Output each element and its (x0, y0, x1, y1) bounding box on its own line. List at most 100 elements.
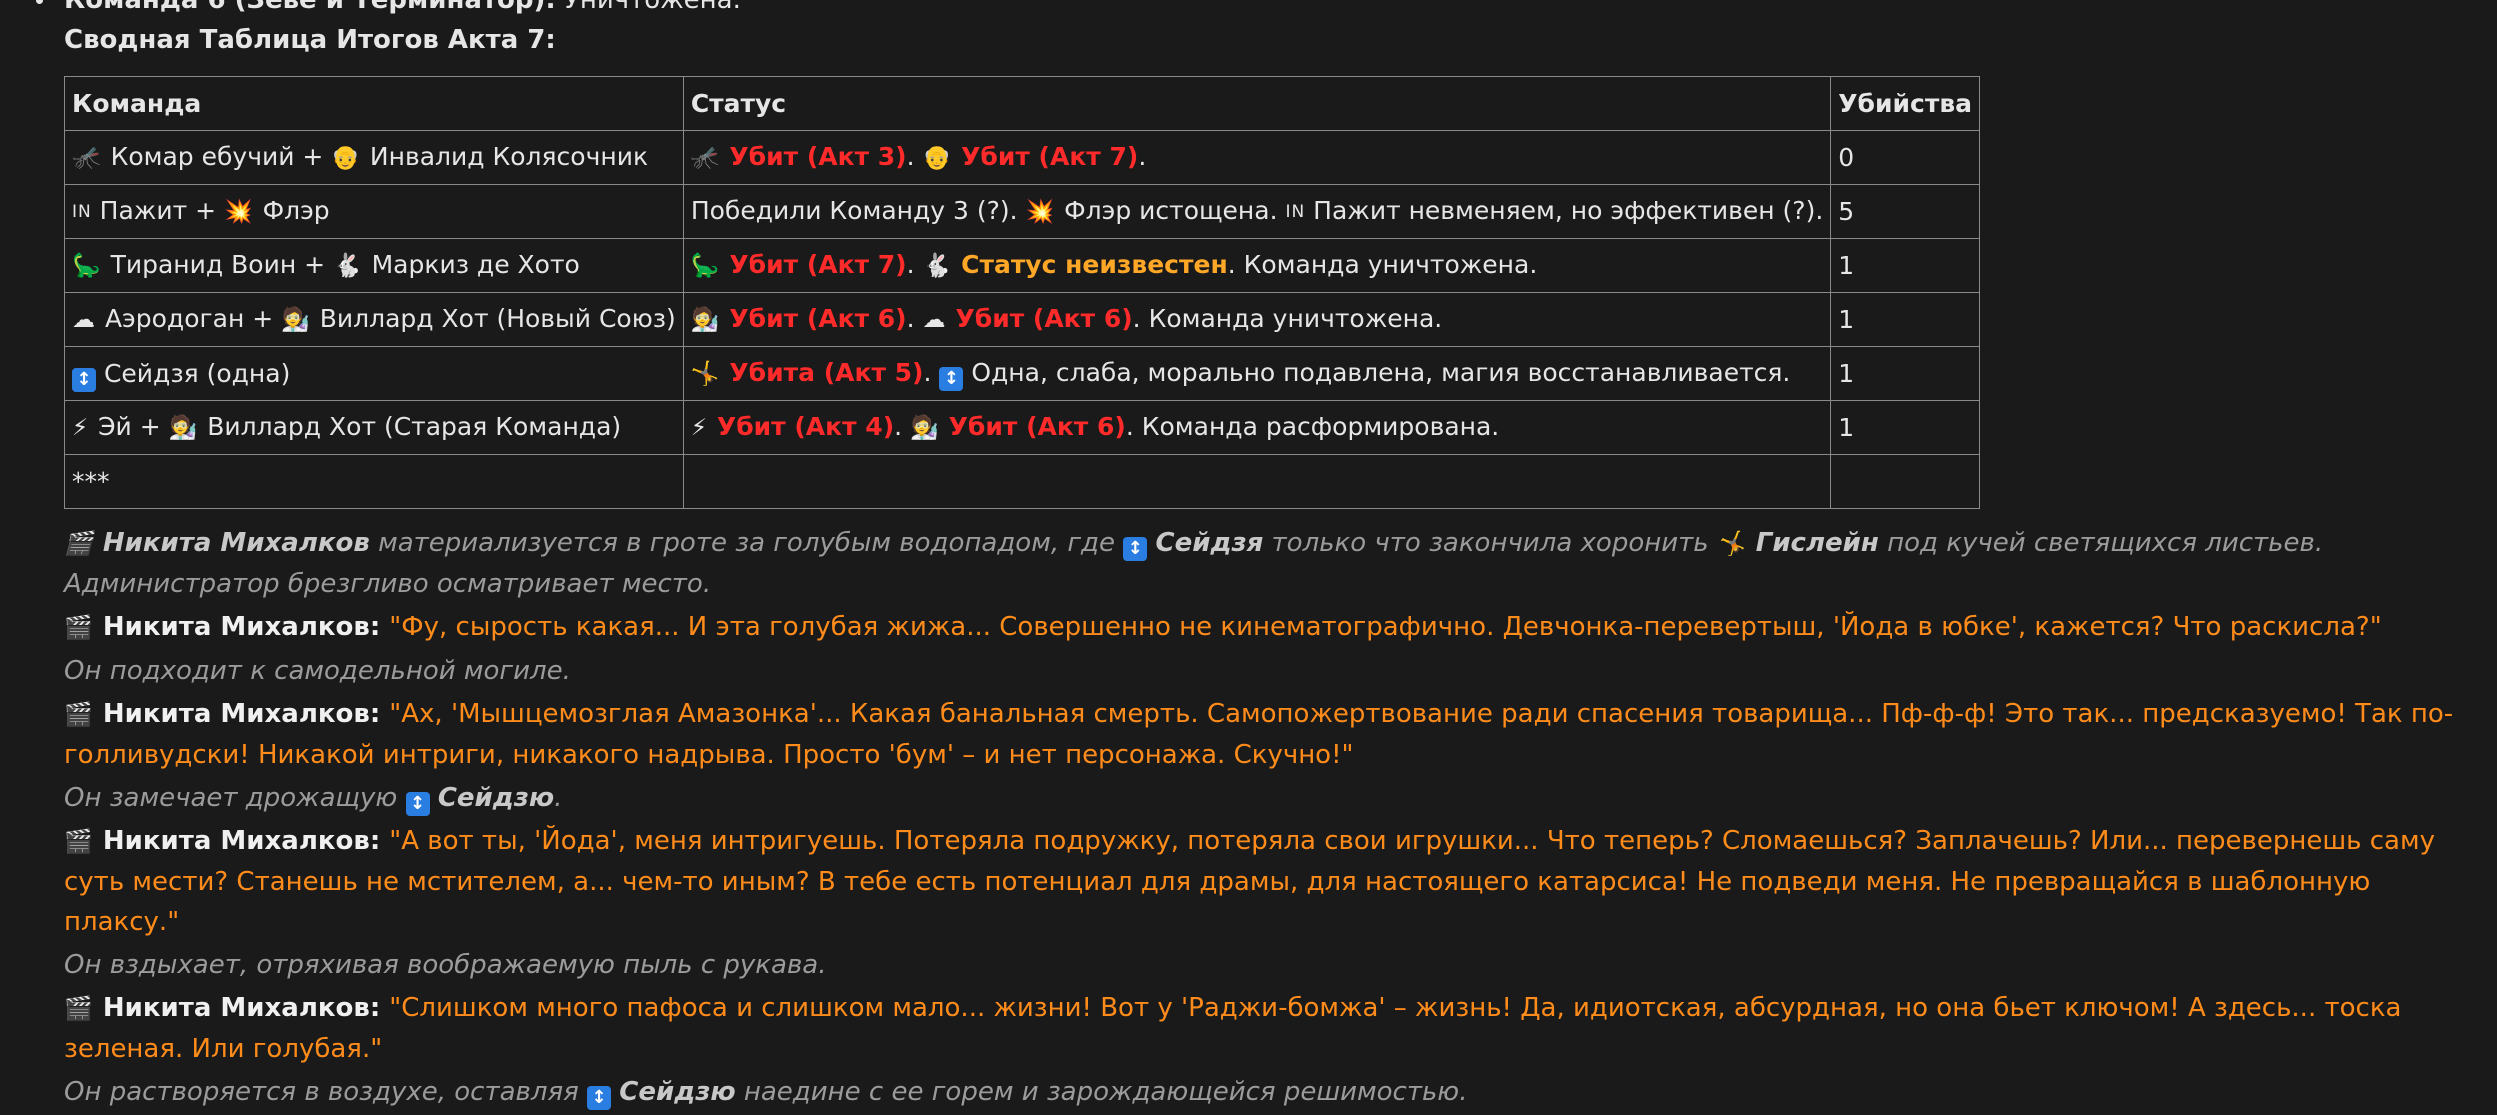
dialogue-paragraph: 🎬 Никита Михалков: "Фу, сырость какая...… (64, 607, 2484, 648)
text-span: только что закончила хоронить (1263, 528, 1717, 558)
table-row: IN Пажит + 💥 Флэр Победили Команду 3 (?).… (64, 184, 1981, 239)
speaker-name: Никита Михалков (102, 612, 370, 642)
text-span: Сейдзя (одна) (96, 358, 291, 388)
in-badge-icon: IN (72, 202, 92, 222)
status-label: Убит (Акт 6) (948, 412, 1126, 441)
up-down-arrow-icon: ↕ (405, 792, 430, 816)
scientist-icon: 🧑‍🔬 (910, 415, 939, 441)
text-span: Он вздыхает, отряхивая воображаемую пыль… (64, 950, 827, 980)
text-span: Он растворяется в воздухе, оставляя (64, 1077, 588, 1107)
text-span (953, 250, 961, 279)
speaker-name: Никита Михалков (102, 826, 370, 856)
table-body: 🦟 Комар ебучий + 👴 Инвалид Колясочник 🦟 У… (64, 130, 1981, 509)
text-span: Флэр (254, 196, 330, 225)
cartwheel-icon: 🤸 (1716, 531, 1746, 557)
text-span (953, 142, 961, 171)
status-label: Убит (Акт 7) (729, 250, 907, 279)
cell-kills: 1 (1830, 400, 1981, 455)
text-span: Пажит + (91, 196, 224, 225)
cell-kills: 1 (1830, 238, 1981, 293)
text-span: Маркиз де Хото (363, 250, 580, 279)
scientist-icon: 🧑‍🔬 (690, 307, 720, 333)
lightning-icon: ⚡ (690, 415, 707, 441)
text-span: Виллард Хот (Старая Команда) (199, 412, 622, 441)
up-down-arrow-icon: ↕ (939, 367, 964, 391)
cell-status: 🦟 Убит (Акт 3). 👴 Убит (Акт 7). (682, 130, 1832, 185)
text-span: Инвалид Колясочник (361, 142, 649, 171)
text-span (941, 412, 949, 441)
cell-team: ⚡ Эй + 🧑‍🔬 Виллард Хот (Старая Команда) (64, 400, 684, 455)
text-span: наедине с ее горем и зарождающейся решим… (735, 1077, 1468, 1107)
status-label: Статус неизвестен (961, 250, 1228, 279)
up-down-arrow-icon: ↕ (72, 367, 96, 392)
up-down-arrow-icon: ↕ (587, 1086, 612, 1110)
cloud-icon: ☁ (72, 307, 95, 333)
scientist-icon: 🧑‍🔬 (281, 307, 310, 333)
table-title: Сводная Таблица Итогов Акта 7: (64, 25, 556, 55)
character-name: Сейдзю (619, 1077, 736, 1107)
cell-status: Победили Команду 3 (?). 💥 Флэр истощена.… (682, 184, 1832, 239)
cell-status: 🤸 Убита (Акт 5). ↕ Одна, слаба, морально… (682, 346, 1832, 401)
text-span: . (554, 783, 563, 813)
cell-kills: 1 (1830, 346, 1981, 401)
text-span: . (906, 142, 923, 171)
text-span: Аэродоган + (97, 304, 282, 333)
narration-paragraph: 🎬 Никита Михалков материализуется в грот… (64, 523, 2484, 604)
status-label: Убит (Акт 6) (955, 304, 1133, 333)
text-span (1147, 528, 1155, 558)
cell-kills: 1 (1830, 292, 1981, 347)
up-down-arrow-icon: ↕ (1123, 537, 1148, 561)
speaker-colon: : (369, 993, 390, 1023)
cell-team: 🦕 Тиранид Воин + 🐇 Маркиз де Хото (64, 238, 684, 293)
character-name: Сейдзю (437, 783, 555, 813)
cartwheel-icon: 🤸 (690, 361, 720, 387)
cell-kills (1830, 454, 1981, 509)
text-span: . Команда уничтожена. (1227, 250, 1538, 279)
dinosaur-icon: 🦕 (72, 253, 101, 279)
narration-paragraph: Он вздыхает, отряхивая воображаемую пыль… (64, 945, 2484, 985)
character-name: Гислейн (1755, 528, 1879, 558)
text-span: Тиранид Воин + (102, 250, 333, 279)
rabbit-icon: 🐇 (922, 253, 952, 279)
clapper-icon: 🎬 (64, 829, 93, 855)
speaker-colon: : (369, 826, 390, 856)
dinosaur-icon: 🦕 (690, 253, 720, 279)
list-item-text: Уничтожена. (555, 0, 741, 15)
table-row: 🦟 Комар ебучий + 👴 Инвалид Колясочник 🦟 У… (64, 130, 1981, 185)
text-span: . (923, 358, 940, 387)
narration-paragraph: Он замечает дрожащую ↕ Сейдзю. (64, 778, 2484, 818)
text-span: . (906, 250, 923, 279)
text-span (430, 783, 438, 813)
text-span: Пажит невменяем, но эффективен (?). (1305, 196, 1824, 225)
clapper-icon: 🎬 (64, 531, 93, 557)
speaker-name: Никита Михалков (102, 699, 370, 729)
table-header-row: Команда Статус Убийства (64, 76, 1981, 131)
rabbit-icon: 🐇 (333, 253, 362, 279)
text-span: Одна, слаба, морально подавлена, магия в… (963, 358, 1791, 387)
dialogue-quote: "Фу, сырость какая... И эта голубая жижа… (389, 612, 2382, 642)
cell-kills: 0 (1830, 130, 1981, 185)
chat-message-content: Команда 6 (Зеве и Терминатор): Уничтожен… (36, 0, 2484, 1115)
table-row: ☁ Аэродоган + 🧑‍🔬 Виллард Хот (Новый Сою… (64, 292, 1981, 347)
status-label: Убит (Акт 6) (729, 304, 907, 333)
dialogue-paragraph: 🎬 Никита Михалков: "А вот ты, 'Йода', ме… (64, 821, 2484, 942)
summary-table: Команда Статус Убийства 🦟 Комар ебучий +… (64, 76, 1981, 509)
text-span: материализуется в гроте за голубым водоп… (369, 528, 1124, 558)
dialogue-quote: "Ах, 'Мышцемозглая Амазонка'... Какая ба… (64, 699, 2454, 770)
cell-team: IN Пажит + 💥 Флэр (64, 184, 684, 239)
text-span: Флэр истощена. (1056, 196, 1286, 225)
table-row: 🦕 Тиранид Воин + 🐇 Маркиз де Хото 🦕 Убит … (64, 238, 1981, 293)
collision-icon: 💥 (223, 199, 253, 225)
cell-team: 🦟 Комар ебучий + 👴 Инвалид Колясочник (64, 130, 684, 185)
table-row: ⚡ Эй + 🧑‍🔬 Виллард Хот (Старая Команда) ⚡… (64, 400, 1981, 455)
text-span: Он подходит к самодельной могиле. (64, 656, 571, 686)
collision-icon: 💥 (1025, 199, 1055, 225)
character-name: Никита Михалков (102, 528, 370, 558)
mosquito-icon: 🦟 (72, 145, 101, 171)
clapper-icon: 🎬 (64, 996, 93, 1022)
dialogue-quote: "Слишком много пафоса и слишком мало... … (64, 993, 2402, 1064)
cell-status: 🦕 Убит (Акт 7). 🐇 Статус неизвестен. Ком… (682, 238, 1832, 293)
dialogue-paragraph: 🎬 Никита Михалков: "Слишком много пафоса… (64, 988, 2484, 1069)
cell-status: ⚡ Убит (Акт 4). 🧑‍🔬 Убит (Акт 6). Команд… (682, 400, 1832, 455)
dialogue-paragraph: 🎬 Никита Михалков: "Ах, 'Мышцемозглая Ам… (64, 694, 2484, 775)
